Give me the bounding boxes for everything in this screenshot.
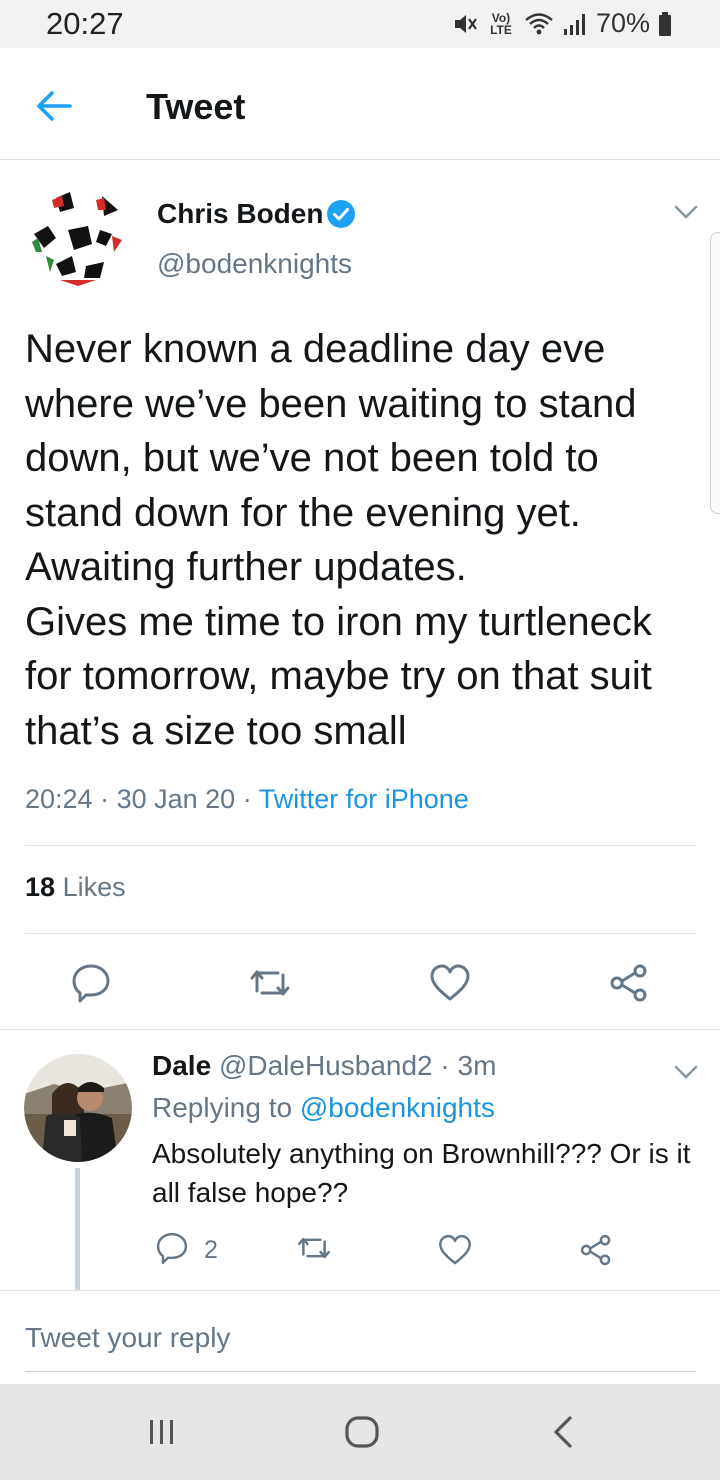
arrow-left-icon[interactable] [32, 84, 76, 128]
divider [0, 1290, 720, 1291]
chevron-down-icon[interactable] [672, 1062, 700, 1082]
divider [25, 933, 696, 934]
status-icons: Vo) LTE 70% [452, 8, 672, 39]
page-title: Tweet [146, 86, 246, 127]
reply-count: 2 [204, 1236, 218, 1264]
share-icon[interactable] [607, 961, 651, 1005]
reply-avatar[interactable] [24, 1054, 132, 1162]
tweet-time: 20:24 [25, 784, 93, 814]
reply-compose-input[interactable]: Tweet your reply [25, 1322, 230, 1354]
divider [25, 845, 696, 846]
author-avatar[interactable] [26, 186, 130, 290]
reply-header: Dale @DaleHusband2 · 3m [152, 1050, 496, 1082]
battery-percent: 70% [595, 8, 650, 38]
recent-apps-icon[interactable] [140, 1410, 184, 1454]
mute-icon [454, 14, 477, 33]
reply-author-name[interactable]: Dale [152, 1050, 211, 1081]
status-time: 20:27 [46, 6, 124, 41]
author-handle[interactable]: @bodenknights [157, 248, 352, 280]
verified-badge-icon [327, 200, 355, 228]
system-nav-bar [0, 1384, 720, 1480]
tweet-text: Never known a deadline day eve where we’… [25, 327, 652, 753]
replying-prefix: Replying to [152, 1092, 293, 1123]
meta-separator: · [100, 784, 117, 814]
likes-label: Likes [62, 872, 126, 902]
app-header: Tweet [0, 48, 720, 160]
like-icon[interactable] [437, 1232, 473, 1268]
reply-icon[interactable] [154, 1230, 190, 1266]
thread-line [75, 1168, 80, 1290]
tweet-source-link[interactable]: Twitter for iPhone [259, 784, 469, 814]
chevron-down-icon[interactable] [672, 202, 700, 222]
replying-to-link[interactable]: @bodenknights [300, 1092, 495, 1123]
like-icon[interactable] [428, 961, 472, 1005]
share-icon[interactable] [578, 1232, 614, 1268]
reply-age: 3m [457, 1050, 497, 1081]
network-label: Vo) LTE [490, 10, 512, 37]
back-nav-icon[interactable] [542, 1410, 586, 1454]
meta-separator: · [242, 784, 259, 814]
reply-text: Absolutely anything on Brownhill??? Or i… [152, 1138, 691, 1208]
battery-icon [659, 11, 671, 36]
home-icon[interactable] [340, 1410, 384, 1454]
divider [0, 1029, 720, 1030]
likes-summary[interactable]: 18 Likes [25, 872, 126, 903]
meta-separator: · [440, 1050, 458, 1081]
signal-icon [563, 13, 585, 35]
compose-underline [25, 1371, 696, 1372]
retweet-icon[interactable] [248, 961, 292, 1005]
wifi-icon [525, 12, 553, 34]
replying-to: Replying to @bodenknights [152, 1092, 495, 1124]
likes-count: 18 [25, 872, 56, 902]
reply-icon[interactable] [69, 961, 113, 1005]
scrollbar-thumb[interactable] [710, 232, 720, 514]
reply-author-handle[interactable]: @DaleHusband2 [219, 1050, 433, 1081]
status-bar: 20:27 Vo) LTE 70% [0, 0, 720, 48]
retweet-icon[interactable] [296, 1230, 332, 1266]
tweet-date: 30 Jan 20 [116, 784, 236, 814]
author-name[interactable]: Chris Boden [157, 198, 323, 230]
tweet-meta: 20:24 · 30 Jan 20 · Twitter for iPhone [25, 784, 469, 815]
